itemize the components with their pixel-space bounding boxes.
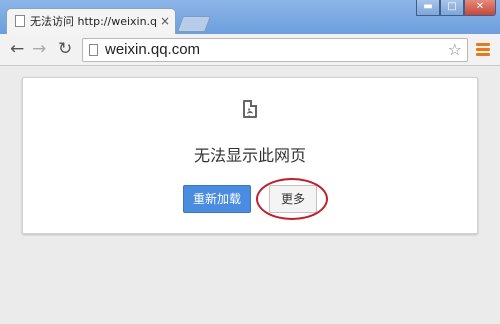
reload-page-button[interactable]: 重新加载 bbox=[183, 185, 251, 213]
reload-button[interactable]: ↻ bbox=[58, 40, 72, 58]
error-title: 无法显示此网页 bbox=[193, 146, 306, 165]
tab-close-icon[interactable]: × bbox=[160, 13, 170, 29]
sad-page-icon: • • bbox=[243, 100, 257, 121]
browser-tab[interactable]: 无法访问 http://weixin.q × bbox=[6, 8, 176, 34]
sad-page-mouth bbox=[247, 111, 253, 116]
page-content: • • 无法显示此网页 重新加载 更多 bbox=[0, 66, 500, 324]
url-text[interactable]: weixin.qq.com bbox=[105, 41, 200, 59]
toolbar: ← → ↻ weixin.qq.com ☆ bbox=[0, 34, 500, 66]
page-icon bbox=[89, 44, 98, 56]
tab-title: 无法访问 http://weixin.q bbox=[30, 15, 158, 28]
maximize-button[interactable]: □ bbox=[440, 0, 464, 16]
new-tab-button[interactable] bbox=[177, 16, 211, 32]
page-icon bbox=[15, 15, 25, 27]
close-window-button[interactable]: ✕ bbox=[464, 0, 496, 16]
title-bar: 无法访问 http://weixin.q × ▬ □ ✕ bbox=[0, 0, 500, 34]
highlight-circle bbox=[256, 178, 328, 220]
back-button[interactable]: ← bbox=[10, 40, 24, 58]
error-card: • • 无法显示此网页 重新加载 更多 bbox=[22, 77, 478, 234]
forward-button[interactable]: → bbox=[32, 40, 46, 58]
bookmark-star-icon[interactable]: ☆ bbox=[448, 40, 462, 60]
address-bar[interactable]: weixin.qq.com ☆ bbox=[82, 38, 468, 62]
menu-icon[interactable] bbox=[476, 43, 490, 58]
minimize-button[interactable]: ▬ bbox=[416, 0, 440, 16]
